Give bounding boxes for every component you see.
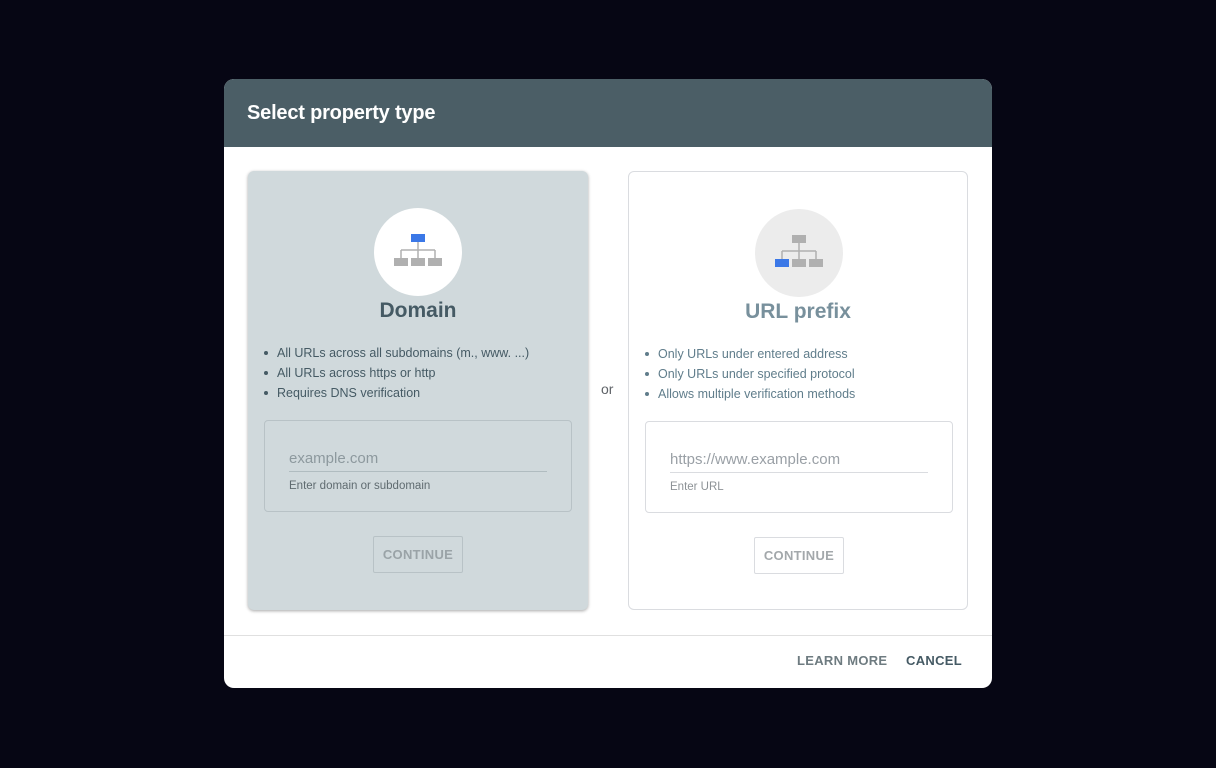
list-item: Only URLs under entered address xyxy=(644,344,855,364)
dialog-title: Select property type xyxy=(247,101,436,124)
url-input[interactable] xyxy=(670,446,928,473)
url-prefix-card[interactable]: URL prefix Only URLs under entered addre… xyxy=(628,171,968,610)
list-item: All URLs across all subdomains (m., www.… xyxy=(263,343,529,363)
dialog-footer: LEARN MORE CANCEL xyxy=(224,635,992,688)
domain-input[interactable] xyxy=(289,445,547,472)
list-item: Requires DNS verification xyxy=(263,383,529,403)
url-prefix-continue-button[interactable]: CONTINUE xyxy=(754,537,844,574)
select-property-dialog: Select property type Domain All URLs acr… xyxy=(224,79,992,688)
domain-features-list: All URLs across all subdomains (m., www.… xyxy=(263,343,529,403)
domain-helper-text: Enter domain or subdomain xyxy=(289,480,431,492)
list-item: All URLs across https or http xyxy=(263,363,529,383)
url-prefix-hierarchy-icon xyxy=(755,209,843,297)
domain-continue-button[interactable]: CONTINUE xyxy=(373,536,463,573)
or-separator: or xyxy=(601,381,614,397)
learn-more-button[interactable]: LEARN MORE xyxy=(797,653,887,668)
cancel-button[interactable]: CANCEL xyxy=(906,653,962,668)
domain-card[interactable]: Domain All URLs across all subdomains (m… xyxy=(248,171,588,610)
url-prefix-features-list: Only URLs under entered address Only URL… xyxy=(644,344,855,404)
dialog-header: Select property type xyxy=(224,79,992,147)
url-prefix-title: URL prefix xyxy=(745,300,851,323)
dialog-body: Domain All URLs across all subdomains (m… xyxy=(224,147,992,635)
url-helper-text: Enter URL xyxy=(670,481,724,493)
domain-input-box: Enter domain or subdomain xyxy=(264,420,572,512)
list-item: Allows multiple verification methods xyxy=(644,384,855,404)
domain-title: Domain xyxy=(379,299,457,322)
url-input-box: Enter URL xyxy=(645,421,953,513)
list-item: Only URLs under specified protocol xyxy=(644,364,855,384)
domain-hierarchy-icon xyxy=(374,208,462,296)
